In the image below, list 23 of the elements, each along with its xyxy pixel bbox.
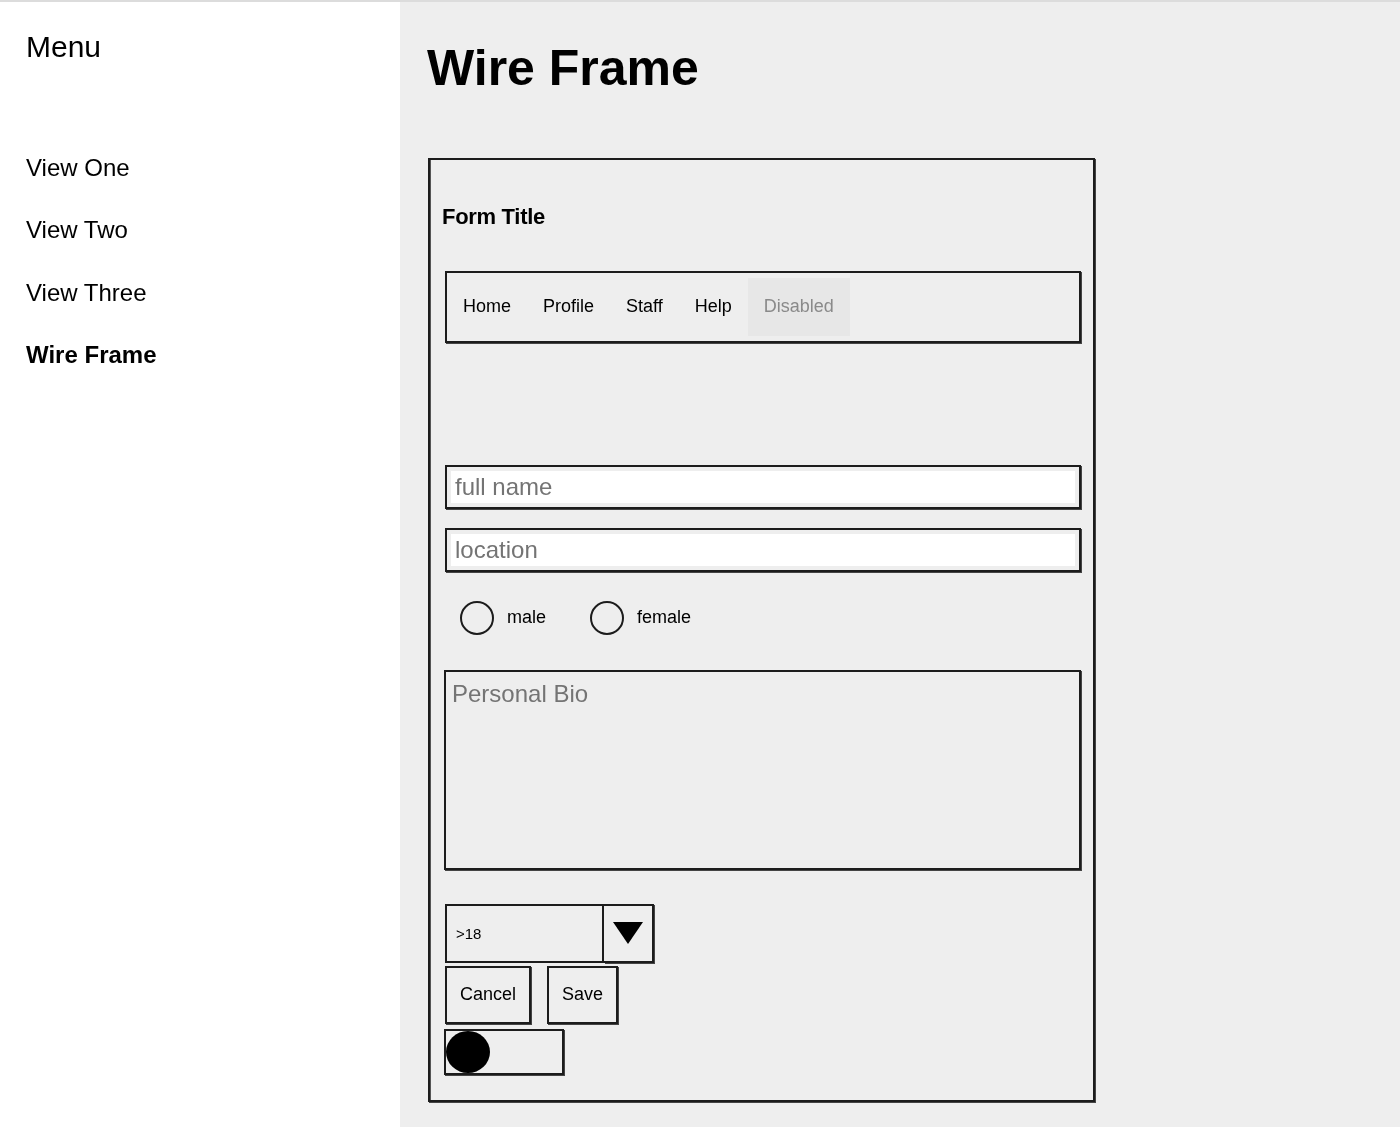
- tab[interactable]: Home: [447, 277, 527, 336]
- form-title: Form Title: [442, 202, 546, 231]
- bio-textarea[interactable]: Personal Bio: [444, 669, 1081, 870]
- toggle-knob-icon: [446, 1030, 490, 1073]
- radio-option[interactable]: male: [460, 600, 546, 635]
- menu-item[interactable]: View Three: [26, 278, 147, 307]
- menu-title: Menu: [26, 30, 103, 65]
- radio-option[interactable]: female: [590, 600, 692, 635]
- triangle-down-icon: [613, 922, 643, 944]
- page-title: Wire Frame: [427, 40, 700, 98]
- dropdown-button[interactable]: [604, 903, 654, 963]
- input-field[interactable]: location: [445, 527, 1081, 572]
- menu-item[interactable]: View Two: [26, 216, 128, 244]
- form-button[interactable]: Cancel: [445, 965, 532, 1024]
- menu-item[interactable]: Wire Frame: [26, 341, 157, 369]
- tab[interactable]: Staff: [610, 277, 679, 336]
- form-button[interactable]: Save: [547, 965, 619, 1024]
- select-field[interactable]: >18: [445, 903, 604, 963]
- toggle-switch[interactable]: [444, 1028, 564, 1075]
- tab[interactable]: Profile: [527, 277, 611, 336]
- input-field[interactable]: full name: [445, 464, 1081, 509]
- tab[interactable]: Help: [678, 277, 748, 336]
- menu-item[interactable]: View One: [26, 153, 130, 182]
